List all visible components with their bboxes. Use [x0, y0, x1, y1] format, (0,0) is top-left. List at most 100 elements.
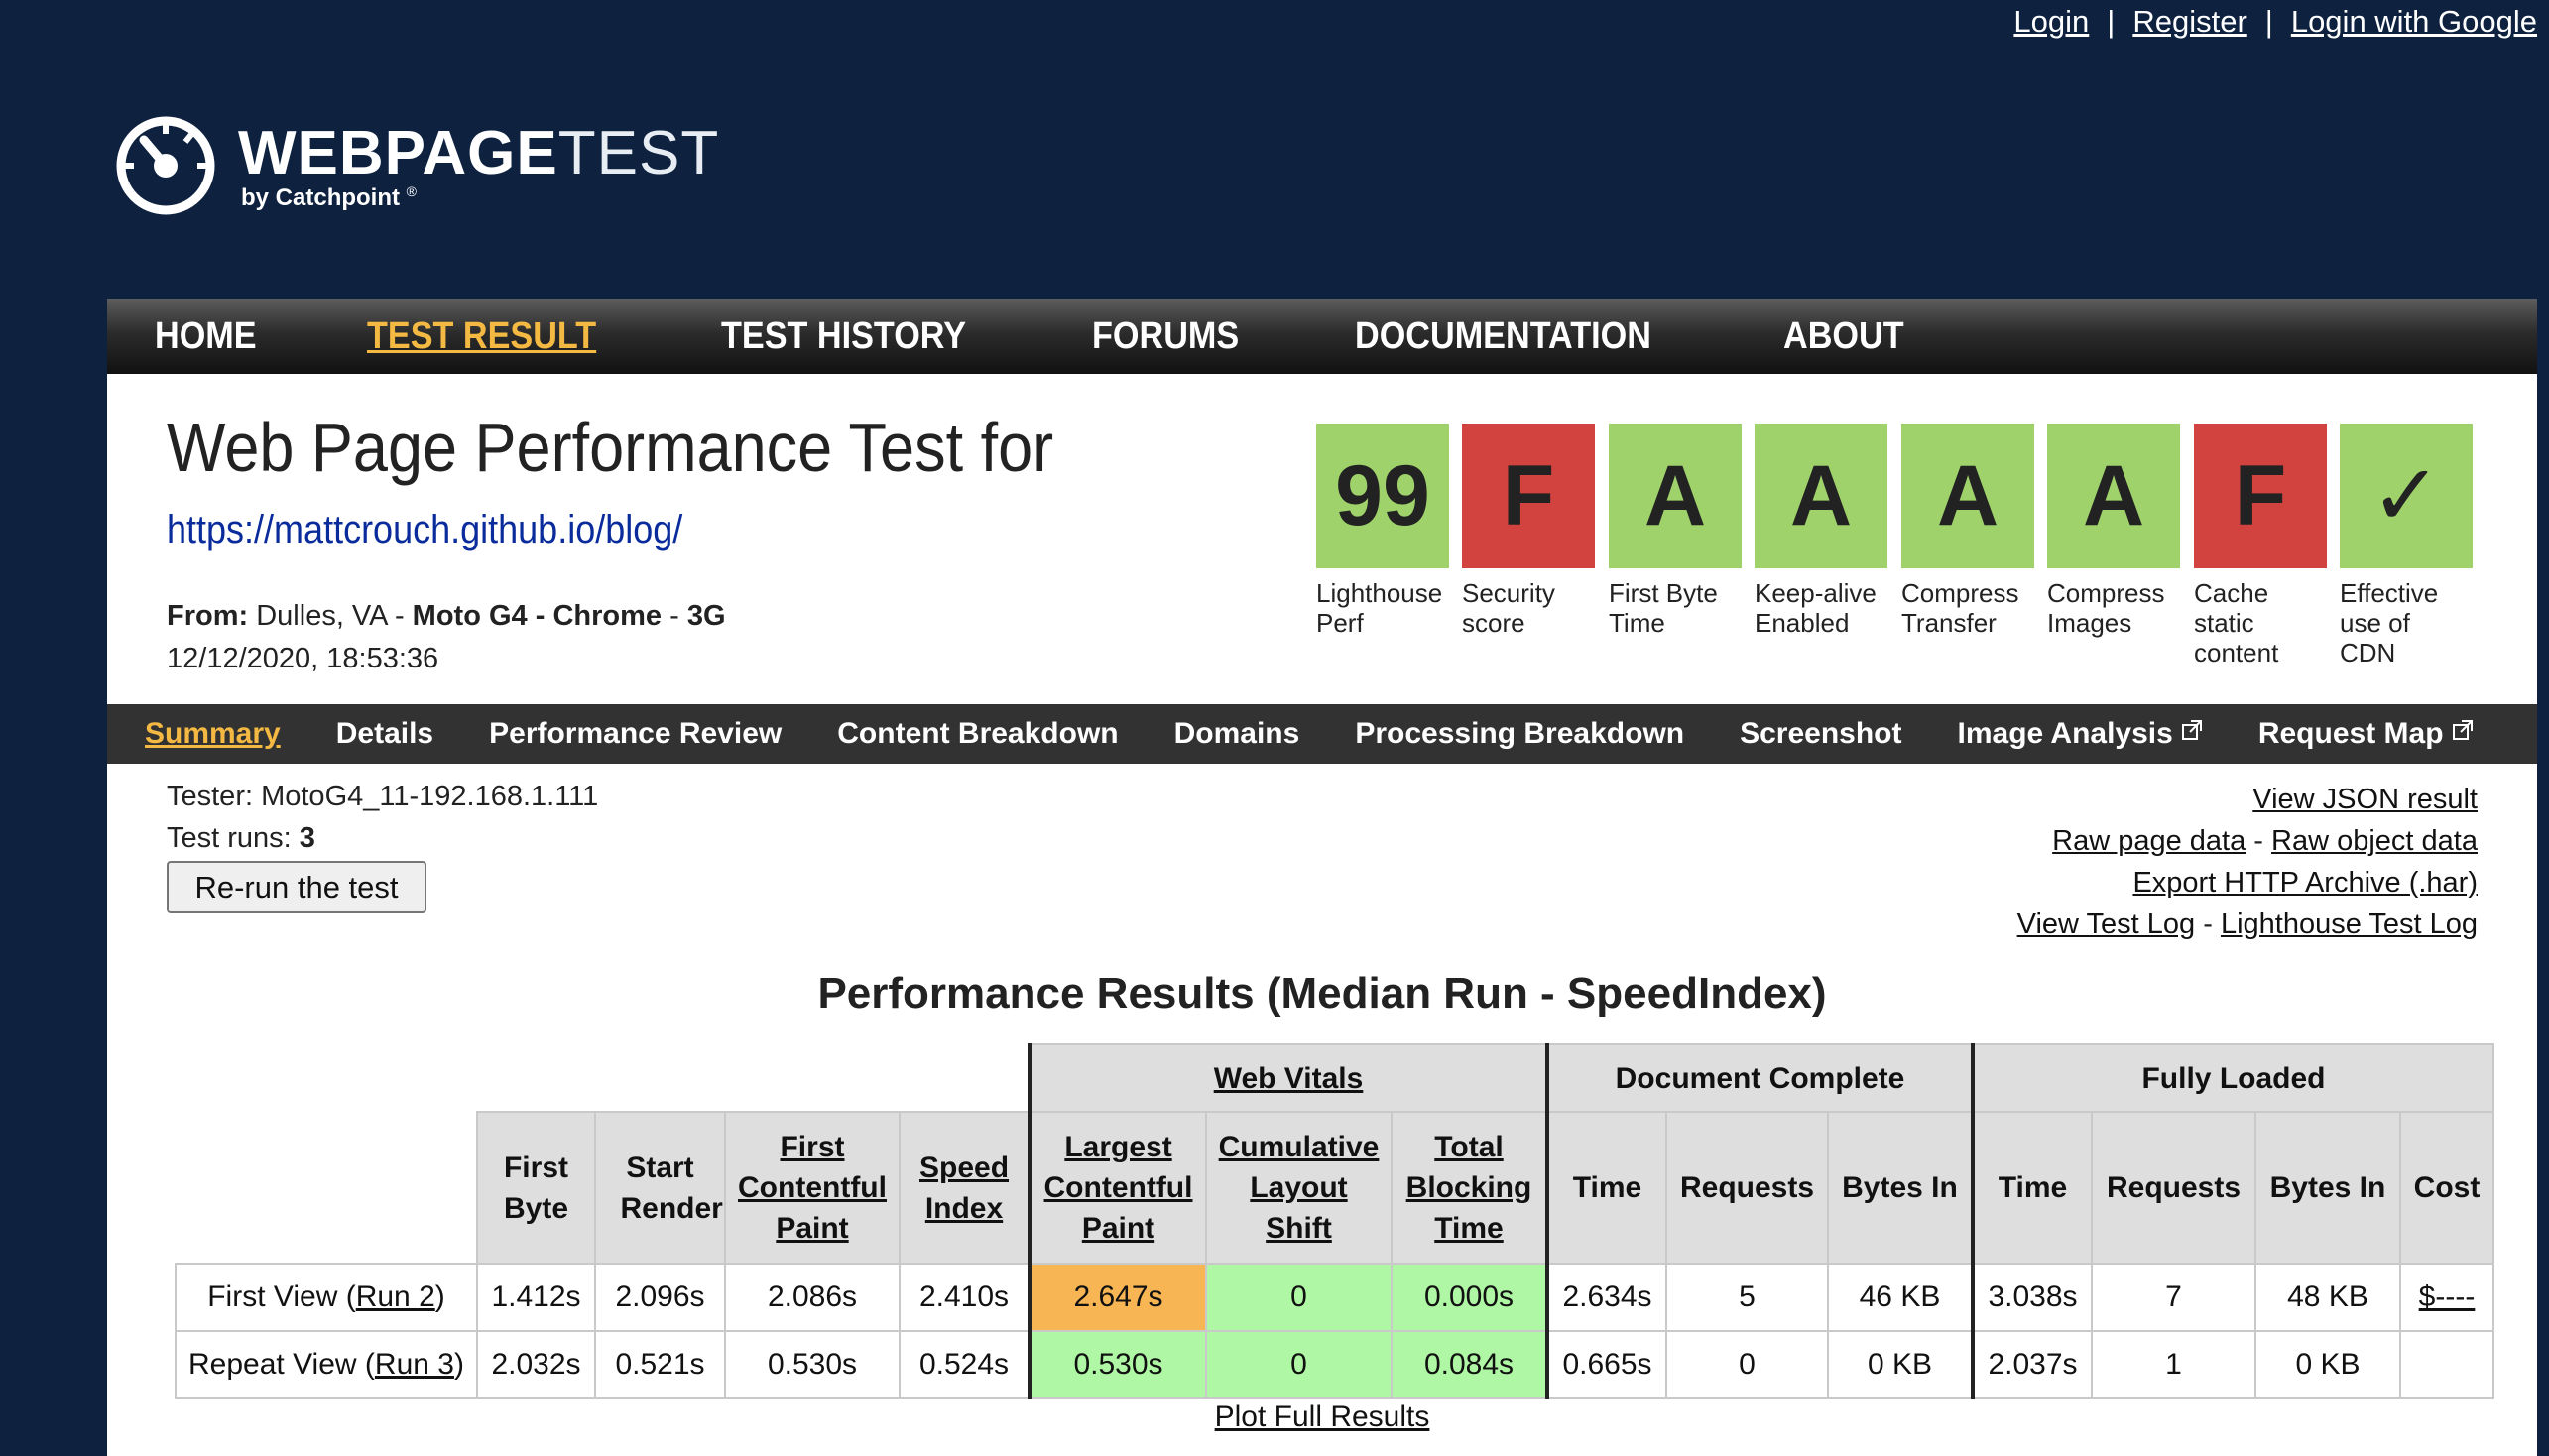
grade-compress-images[interactable]: A Compress Images — [2047, 424, 2180, 638]
webpagetest-logo[interactable]: WEBPAGETEST by Catchpoint ® — [114, 114, 718, 223]
table-row: First View (Run 2) 1.412s 2.096s 2.086s … — [175, 1263, 2494, 1332]
grade-box: 99 — [1316, 424, 1449, 568]
separator: | — [2264, 4, 2273, 39]
performance-results-table: Web Vitals Document Complete Fully Loade… — [175, 1043, 2494, 1399]
raw-page-data-link[interactable]: Raw page data — [2052, 825, 2246, 857]
nav-forums[interactable]: FORUMS — [1092, 315, 1239, 358]
export-links: View JSON result Raw page data - Raw obj… — [2016, 784, 2478, 940]
grade-box: A — [1609, 424, 1742, 568]
logo-wordmark: WEBPAGETEST — [238, 119, 720, 187]
external-link-icon — [2181, 720, 2202, 740]
cell-dc-time: 0.665s — [1545, 1330, 1667, 1399]
row-label: First View (Run 2) — [175, 1263, 478, 1332]
tab-domains[interactable]: Domains — [1174, 717, 1300, 751]
document-complete-header: Document Complete — [1545, 1043, 1974, 1113]
grade-label: Keep-alive Enabled — [1755, 578, 1877, 638]
grade-first-byte[interactable]: A First Byte Time — [1609, 424, 1742, 638]
tester-info: Tester: MotoG4_11-192.168.1.111 — [167, 781, 599, 812]
grade-compress-transfer[interactable]: A Compress Transfer — [1901, 424, 2034, 638]
col-dc-time: Time — [1545, 1111, 1667, 1265]
nav-test-result[interactable]: TEST RESULT — [367, 315, 596, 358]
col-largest-contentful-paint: Largest Contentful Paint — [1028, 1111, 1207, 1265]
cell-cost: $---- — [2399, 1263, 2494, 1332]
table-row: Repeat View (Run 3) 2.032s 0.521s 0.530s… — [175, 1330, 2494, 1399]
cell-tbt: 0.000s — [1391, 1263, 1548, 1332]
col-first-byte: First Byte — [476, 1111, 596, 1265]
grade-label: Security score — [1462, 578, 1555, 638]
grade-cdn[interactable]: ✓ Effective use of CDN — [2340, 424, 2473, 667]
grade-security[interactable]: F Security score — [1462, 424, 1595, 638]
cell-start-render: 2.096s — [594, 1263, 726, 1332]
nav-documentation[interactable]: DOCUMENTATION — [1355, 315, 1651, 358]
col-first-contentful-paint: First Contentful Paint — [724, 1111, 901, 1265]
tab-details[interactable]: Details — [336, 717, 433, 751]
rerun-test-button[interactable]: Re-run the test — [167, 861, 426, 913]
row-label: Repeat View (Run 3) — [175, 1330, 478, 1399]
cell-dc-bytes: 46 KB — [1827, 1263, 1974, 1332]
cell-fl-time: 3.038s — [1971, 1263, 2093, 1332]
register-link[interactable]: Register — [2132, 4, 2246, 39]
grade-label: Cache static content — [2194, 578, 2279, 667]
nav-home[interactable]: HOME — [155, 315, 257, 358]
view-json-link[interactable]: View JSON result — [2252, 784, 2478, 815]
grade-box: F — [2194, 424, 2327, 568]
cell-dc-requests: 0 — [1665, 1330, 1829, 1399]
tab-summary[interactable]: Summary — [145, 717, 281, 751]
tab-request-map[interactable]: Request Map — [2258, 717, 2474, 751]
tab-processing-breakdown[interactable]: Processing Breakdown — [1355, 717, 1684, 751]
tab-content-breakdown[interactable]: Content Breakdown — [837, 717, 1118, 751]
col-fl-requests: Requests — [2091, 1111, 2256, 1265]
account-links: Login | Register | Login with Google — [2013, 4, 2537, 40]
grade-label: Compress Images — [2047, 578, 2165, 638]
results-heading: Performance Results (Median Run - SpeedI… — [817, 969, 1827, 1018]
grade-box: A — [2047, 424, 2180, 568]
grade-cache-static[interactable]: F Cache static content — [2194, 424, 2327, 667]
col-fl-time: Time — [1971, 1111, 2093, 1265]
raw-object-data-link[interactable]: Raw object data — [2271, 825, 2478, 857]
cell-start-render: 0.521s — [594, 1330, 726, 1399]
login-google-link[interactable]: Login with Google — [2291, 4, 2537, 39]
col-dc-bytes-in: Bytes In — [1827, 1111, 1974, 1265]
tab-performance-review[interactable]: Performance Review — [489, 717, 782, 751]
view-test-log-link[interactable]: View Test Log — [2017, 909, 2196, 940]
tab-screenshot[interactable]: Screenshot — [1740, 717, 1901, 751]
run-link[interactable]: Run 2 — [356, 1280, 435, 1313]
cell-first-byte: 2.032s — [476, 1330, 596, 1399]
run-link[interactable]: Run 3 — [375, 1348, 454, 1381]
cell-speed-index: 2.410s — [899, 1263, 1031, 1332]
external-link-icon — [2452, 720, 2473, 740]
cell-dc-time: 2.634s — [1545, 1263, 1667, 1332]
grade-keep-alive[interactable]: A Keep-alive Enabled — [1755, 424, 1887, 638]
col-total-blocking-time: Total Blocking Time — [1391, 1111, 1548, 1265]
tab-image-analysis[interactable]: Image Analysis — [1958, 717, 2203, 751]
table-spacer — [176, 1112, 477, 1265]
export-har-link[interactable]: Export HTTP Archive (.har) — [2132, 867, 2478, 899]
table-spacer — [176, 1044, 1030, 1112]
cell-cost — [2399, 1330, 2494, 1399]
plot-full-results-link[interactable]: Plot Full Results — [1215, 1400, 1430, 1433]
col-cost: Cost — [2399, 1111, 2494, 1265]
grade-lighthouse[interactable]: 99 Lighthouse Perf — [1316, 424, 1449, 638]
nav-test-history[interactable]: TEST HISTORY — [721, 315, 966, 358]
cell-first-byte: 1.412s — [476, 1263, 596, 1332]
test-location: From: Dulles, VA - Moto G4 - Chrome - 3G — [167, 600, 726, 632]
tested-url-link[interactable]: https://mattcrouch.github.io/blog/ — [167, 508, 682, 552]
cell-fl-requests: 1 — [2091, 1330, 2256, 1399]
checkmark-icon: ✓ — [2340, 424, 2473, 568]
web-vitals-link[interactable]: Web Vitals — [1214, 1062, 1364, 1095]
cell-dc-requests: 5 — [1665, 1263, 1829, 1332]
cell-fl-bytes: 0 KB — [2254, 1330, 2401, 1399]
nav-about[interactable]: ABOUT — [1783, 315, 1904, 358]
main-nav: HOME TEST RESULT TEST HISTORY FORUMS DOC… — [107, 299, 2537, 374]
cell-fcp: 0.530s — [724, 1330, 901, 1399]
grade-label: Effective use of CDN — [2340, 578, 2439, 667]
grade-label: Lighthouse Perf — [1316, 578, 1443, 638]
cell-fl-time: 2.037s — [1971, 1330, 2093, 1399]
cell-fl-bytes: 48 KB — [2254, 1263, 2401, 1332]
grade-summary: 99 Lighthouse Perf F Security score A Fi… — [1316, 424, 2477, 691]
cost-link[interactable]: $---- — [2419, 1280, 2476, 1313]
lighthouse-log-link[interactable]: Lighthouse Test Log — [2221, 909, 2478, 940]
login-link[interactable]: Login — [2013, 4, 2089, 39]
cell-dc-bytes: 0 KB — [1827, 1330, 1974, 1399]
cell-fcp: 2.086s — [724, 1263, 901, 1332]
